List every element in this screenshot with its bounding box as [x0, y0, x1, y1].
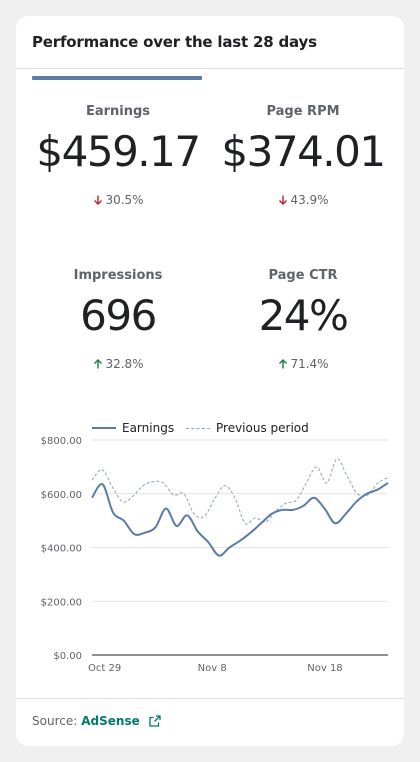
metric-page-rpm[interactable]: Page RPM $374.01 43.9% [217, 104, 389, 208]
metric-change: 71.4% [217, 356, 389, 372]
metric-value: 24% [258, 291, 349, 340]
arrow-down-icon [92, 194, 104, 206]
y-tick-label: $200.00 [41, 597, 82, 608]
metric-change-value: 43.9% [290, 193, 329, 207]
performance-card: Performance over the last 28 days Earnin… [16, 16, 404, 746]
y-tick-label: $400.00 [41, 544, 82, 555]
arrow-down-icon [277, 194, 289, 206]
metric-earnings[interactable]: Earnings $459.17 30.5% [32, 76, 204, 208]
metric-value: $374.01 [221, 127, 386, 176]
earnings-line-chart: $0.00 $200.00 $400.00 $600.00 $800.00 Oct 29 N… [41, 436, 389, 674]
arrow-up-icon [92, 358, 104, 370]
metric-change: 30.5% [32, 192, 204, 208]
metric-value: 696 [80, 291, 157, 340]
metric-label: Earnings [85, 104, 151, 119]
title-divider [16, 68, 404, 69]
y-tick-label: $0.00 [53, 651, 82, 662]
metric-page-ctr[interactable]: Page CTR 24% 71.4% [217, 268, 389, 372]
metric-change-value: 71.4% [290, 357, 329, 371]
metric-label: Page RPM [266, 104, 340, 119]
adsense-link[interactable]: AdSense [81, 714, 139, 728]
y-tick-label: $600.00 [41, 490, 82, 501]
x-tick-label: Oct 29 [88, 663, 121, 674]
source-label: Source: [32, 714, 78, 728]
footer-divider [16, 698, 404, 699]
x-tick-label: Nov 18 [307, 663, 342, 674]
x-tick-label: Nov 8 [198, 663, 227, 674]
metric-label: Page CTR [268, 268, 338, 283]
metric-change: 32.8% [32, 356, 204, 372]
metric-change-value: 32.8% [105, 357, 144, 371]
arrow-up-icon [277, 358, 289, 370]
external-link-icon[interactable] [148, 714, 162, 728]
card-title: Performance over the last 28 days [32, 33, 317, 51]
metric-change-value: 30.5% [105, 193, 144, 207]
source-footer: Source: AdSense [32, 714, 162, 728]
series-line-previous-period [91, 458, 389, 525]
metric-change: 43.9% [217, 192, 389, 208]
metric-label: Impressions [73, 268, 163, 283]
metric-value: $459.17 [36, 127, 201, 176]
y-tick-label: $800.00 [41, 436, 82, 447]
metric-impressions[interactable]: Impressions 696 32.8% [32, 268, 204, 372]
